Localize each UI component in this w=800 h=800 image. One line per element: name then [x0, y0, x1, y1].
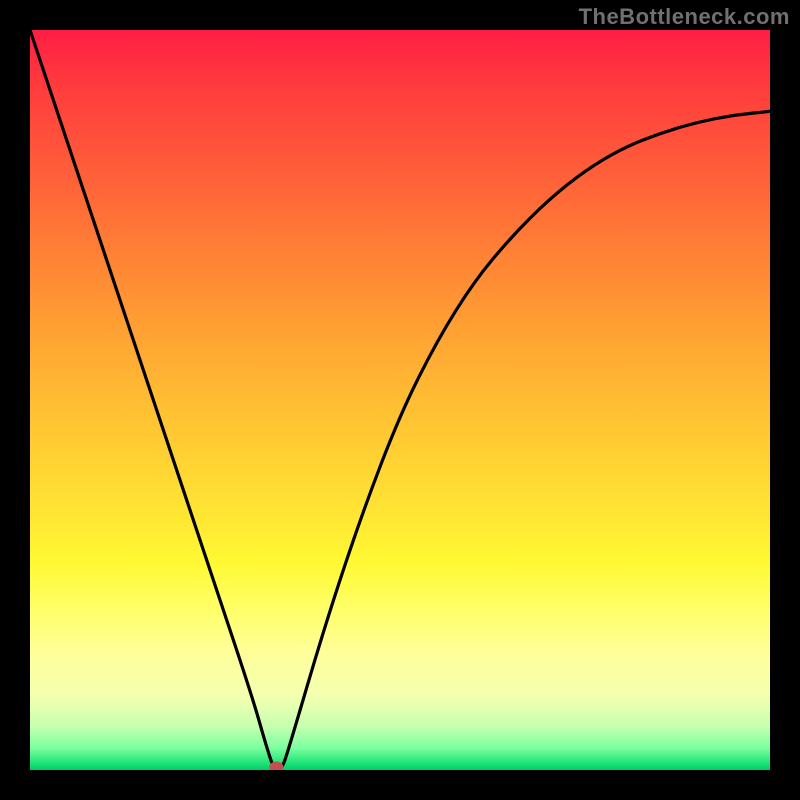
plot-area	[30, 30, 770, 770]
bottleneck-curve	[30, 30, 770, 770]
chart-frame: TheBottleneck.com	[0, 0, 800, 800]
curve-path	[30, 30, 770, 770]
watermark-text: TheBottleneck.com	[579, 4, 790, 30]
